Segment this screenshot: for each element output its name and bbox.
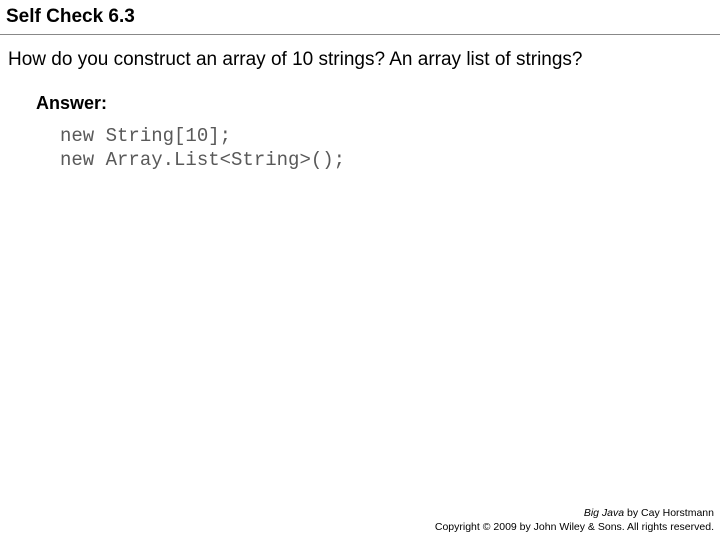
book-title: Big Java [584,507,624,519]
answer-section: Answer: new String[10]; new Array.List<S… [0,73,720,173]
byline: by Cay Horstmann [624,507,714,519]
footer: Big Java by Cay Horstmann Copyright © 20… [435,506,714,534]
slide: { "title": "Self Check 6.3", "question":… [0,0,720,540]
page-title: Self Check 6.3 [0,0,720,35]
code-block: new String[10]; new Array.List<String>()… [36,114,710,173]
answer-label: Answer: [36,93,710,114]
question-text: How do you construct an array of 10 stri… [0,35,720,73]
footer-line1: Big Java by Cay Horstmann [435,506,714,520]
footer-copyright: Copyright © 2009 by John Wiley & Sons. A… [435,520,714,534]
